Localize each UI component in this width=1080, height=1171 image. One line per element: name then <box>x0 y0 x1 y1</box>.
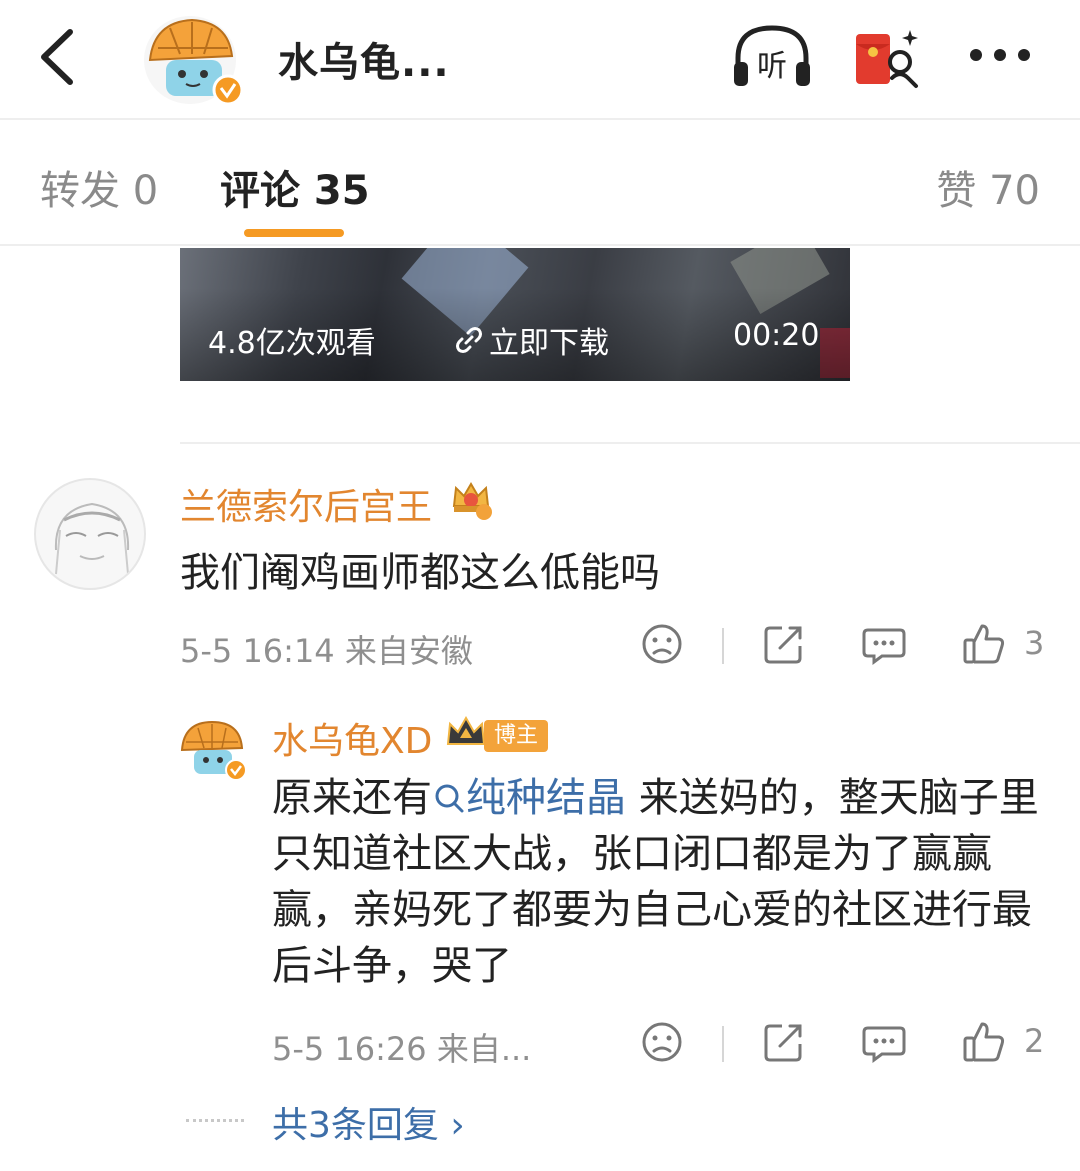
chevron-left-icon <box>41 29 73 85</box>
divider <box>722 628 724 664</box>
author-avatar[interactable] <box>140 8 246 108</box>
comment-text: 我们阉鸡画师都这么低能吗 <box>180 550 660 596</box>
tab-repost[interactable]: 转发 0 <box>40 158 158 216</box>
download-label: 立即下载 <box>489 326 609 361</box>
video-duration: 00:20 <box>733 318 820 353</box>
back-button[interactable] <box>30 22 90 92</box>
video-thumbnail[interactable]: 4.8亿次观看 立即下载 00:20 <box>180 248 850 381</box>
commenter-username[interactable]: 兰德索尔后宫王 <box>180 478 432 530</box>
thumbs-up-icon[interactable] <box>962 1020 1006 1064</box>
like-count: 2 <box>1024 1022 1045 1060</box>
divider <box>0 244 1080 246</box>
author-tag: 博主 <box>484 720 549 752</box>
more-button[interactable] <box>962 30 1038 80</box>
mention-link[interactable]: 纯种结晶 <box>432 775 626 821</box>
reply-meta: 5-5 16:26 来自... <box>272 1030 532 1068</box>
divider <box>722 1026 724 1062</box>
headphones-icon: 听 <box>734 25 810 86</box>
more-replies-link[interactable]: 共3条回复 › <box>272 1096 465 1148</box>
red-packet-button[interactable] <box>848 20 928 92</box>
top-bar: 水乌龟... 听 <box>0 0 1080 118</box>
thumbs-up-icon[interactable] <box>962 622 1006 666</box>
reply-text-before: 原来还有 <box>272 775 432 821</box>
sad-face-icon[interactable] <box>640 1020 684 1064</box>
comment-actions: 3 <box>640 622 1060 670</box>
divider <box>180 442 1080 444</box>
active-tab-indicator <box>244 229 344 237</box>
reply-text: 原来还有 纯种结晶 来送妈的，整天脑子里只知道社区大战，张口闭口都是为了赢赢赢，亲… <box>272 770 1042 994</box>
download-link[interactable]: 立即下载 <box>455 318 609 362</box>
comment-meta: 5-5 16:14 来自安徽 <box>180 632 473 670</box>
listen-button[interactable]: 听 <box>730 22 814 92</box>
sad-face-icon[interactable] <box>640 622 684 666</box>
page-title: 水乌龟... <box>278 40 450 86</box>
tab-bar: 转发 0 评论 35 赞 70 <box>0 120 1080 244</box>
commenter-avatar[interactable] <box>34 478 146 590</box>
tab-likes[interactable]: 赞 70 <box>936 158 1040 216</box>
search-icon <box>435 784 464 813</box>
crown-badge-icon <box>448 476 494 522</box>
video-view-count: 4.8亿次观看 <box>208 326 376 361</box>
reply-username[interactable]: 水乌龟XD <box>272 712 432 764</box>
red-packet-icon <box>856 30 918 88</box>
reply-actions: 2 <box>640 1020 1060 1068</box>
mention-label: 纯种结晶 <box>466 775 626 821</box>
comment-bubble-icon[interactable] <box>862 1020 906 1064</box>
share-icon[interactable] <box>762 1020 806 1064</box>
reply-avatar[interactable] <box>176 716 250 782</box>
listen-label: 听 <box>757 49 787 84</box>
more-dots-icon <box>970 49 1030 61</box>
tab-comments[interactable]: 评论 35 <box>220 158 370 216</box>
comment-bubble-icon[interactable] <box>862 622 906 666</box>
share-icon[interactable] <box>762 622 806 666</box>
link-icon <box>456 327 482 353</box>
thread-connector <box>186 1119 244 1122</box>
like-count: 3 <box>1024 624 1045 662</box>
